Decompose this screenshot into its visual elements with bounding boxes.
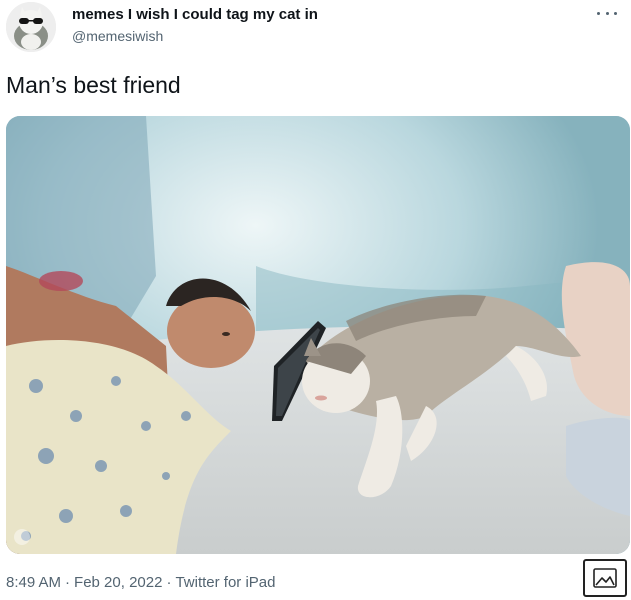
author-display-name[interactable]: memes I wish I could tag my cat in xyxy=(72,6,318,23)
tweet-source: Twitter for iPad xyxy=(175,574,276,591)
tweet-time[interactable]: 8:49 AM xyxy=(6,574,61,591)
tweet-photo[interactable] xyxy=(6,116,630,554)
author-handle[interactable]: @memesiwish xyxy=(72,28,163,44)
tweet-date[interactable]: Feb 20, 2022 xyxy=(74,574,162,591)
avatar-image xyxy=(6,2,56,52)
photo-man-and-cat-in-bed xyxy=(6,116,630,554)
tweet-meta: 8:49 AM · Feb 20, 2022 · Twitter for iPad xyxy=(6,574,276,591)
meta-separator: · xyxy=(65,574,71,591)
image-glyph xyxy=(593,568,617,588)
tweet-text: Man’s best friend xyxy=(6,72,181,98)
avatar[interactable] xyxy=(6,2,56,52)
tweet: memes I wish I could tag my cat in @meme… xyxy=(0,0,631,597)
more-icon[interactable] xyxy=(597,6,617,20)
meta-separator: · xyxy=(166,574,172,591)
image-icon[interactable] xyxy=(583,559,627,597)
